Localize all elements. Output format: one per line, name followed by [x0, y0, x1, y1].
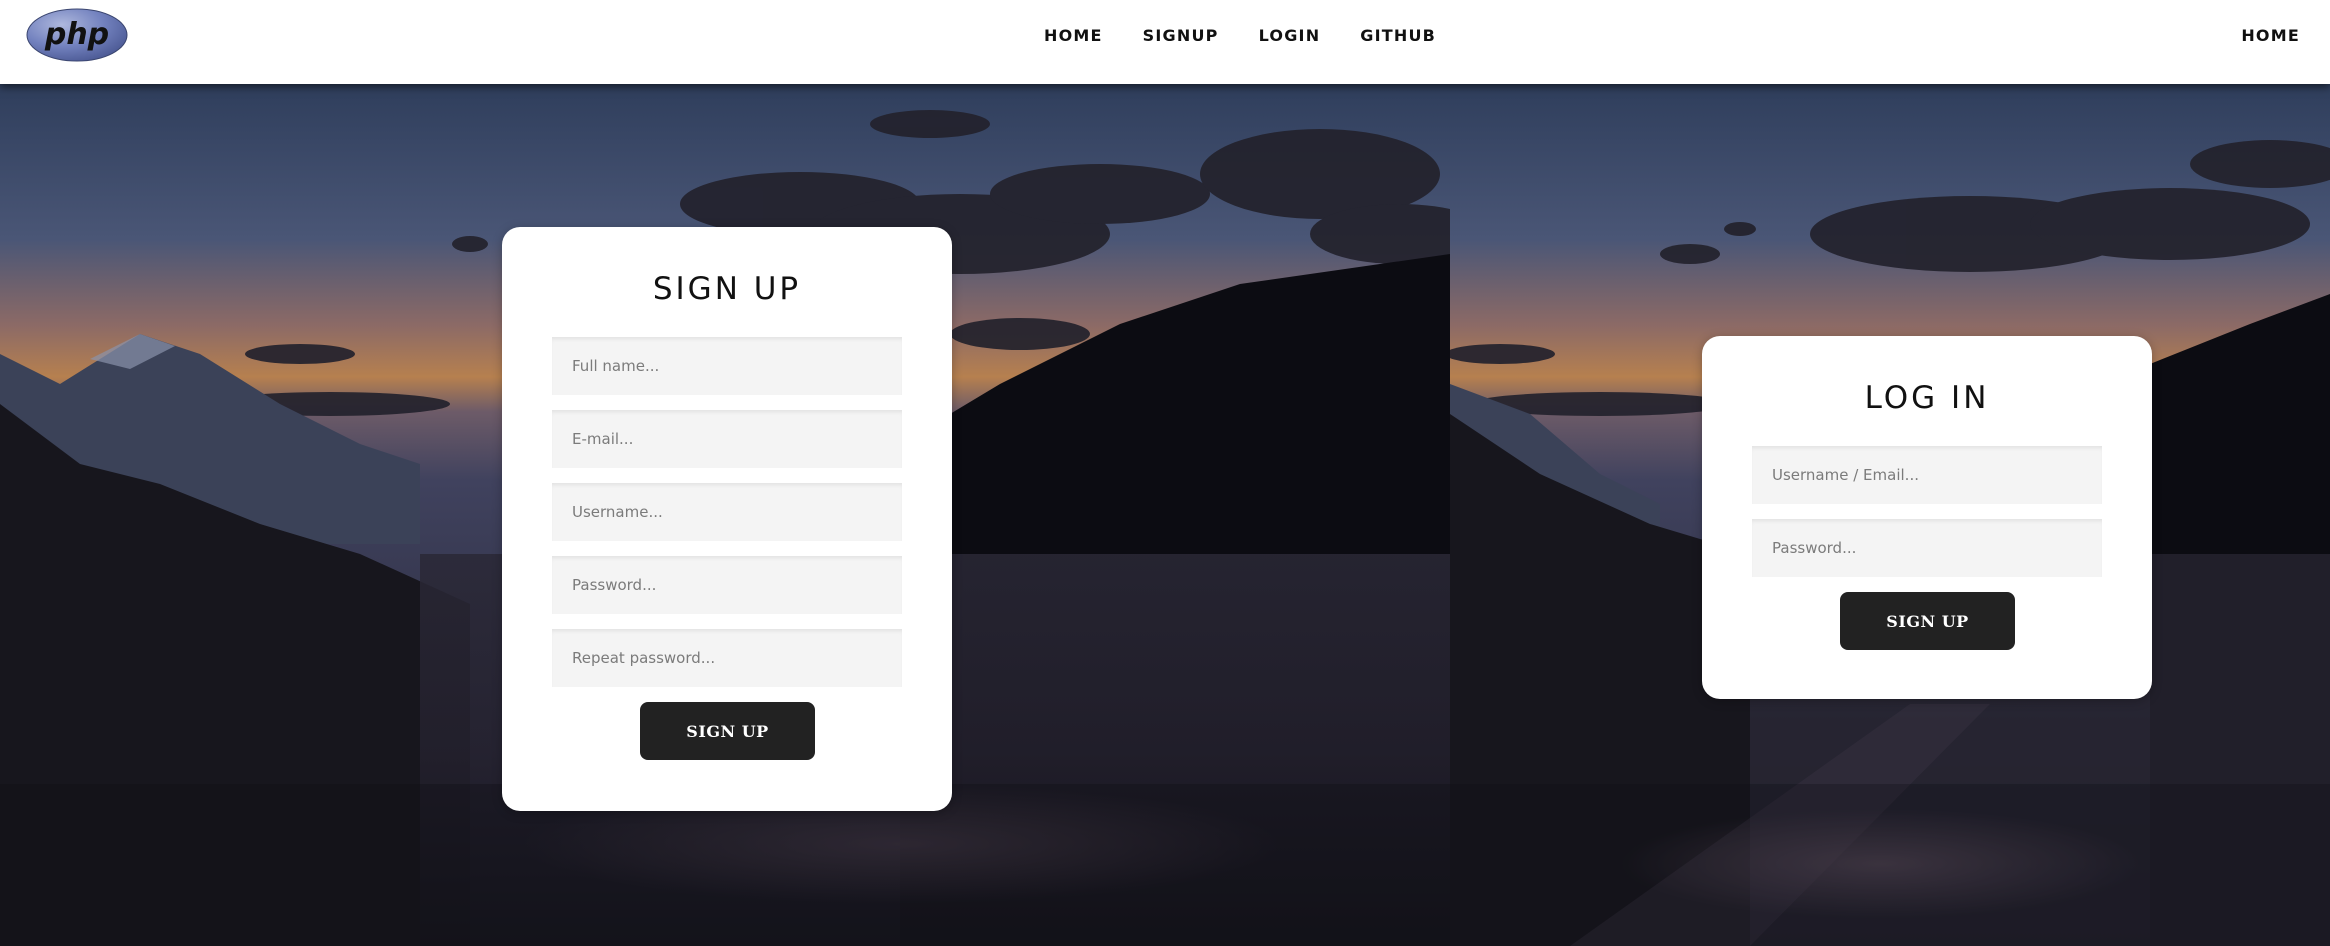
login-submit-button[interactable]: SIGN UP [1840, 592, 2015, 650]
login-form: LOG IN SIGN UP [1702, 336, 2152, 699]
php-logo-icon: php [26, 8, 128, 62]
signup-title: SIGN UP [652, 271, 802, 307]
nav-login[interactable]: LOGIN [1259, 26, 1321, 45]
signup-form: SIGN UP SIGN UP [502, 227, 952, 811]
username-input[interactable] [552, 483, 902, 541]
signup-submit-button[interactable]: SIGN UP [640, 702, 815, 760]
login-password-input[interactable] [1752, 519, 2102, 577]
php-logo[interactable]: php [26, 8, 128, 62]
php-logo-text: php [44, 17, 109, 52]
email-input[interactable] [552, 410, 902, 468]
site-header: php HOME SIGNUP LOGIN GITHUB HOME [0, 0, 2330, 84]
login-title: LOG IN [1864, 380, 1990, 416]
full-name-input[interactable] [552, 337, 902, 395]
password-input[interactable] [552, 556, 902, 614]
nav-signup[interactable]: SIGNUP [1143, 26, 1219, 45]
nav-home-right[interactable]: HOME [2241, 26, 2300, 45]
repeat-password-input[interactable] [552, 629, 902, 687]
main-nav: HOME SIGNUP LOGIN GITHUB [1044, 0, 1436, 70]
username-email-input[interactable] [1752, 446, 2102, 504]
nav-home[interactable]: HOME [1044, 26, 1103, 45]
nav-github[interactable]: GITHUB [1360, 26, 1436, 45]
